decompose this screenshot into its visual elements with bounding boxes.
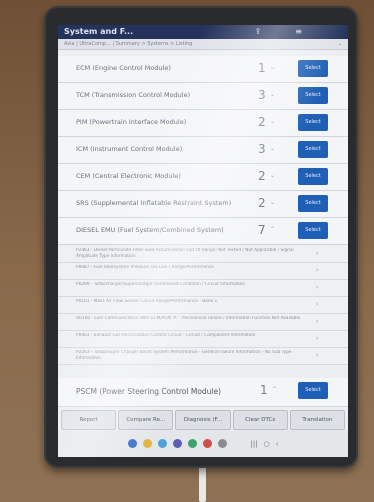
module-row[interactable]: CEM (Central Electronic Module) 2 ⌄ Sele… [58, 164, 348, 191]
module-name: ECM (Engine Control Module) [76, 64, 171, 72]
app-title: System and F... [64, 27, 134, 36]
chevron-up-icon[interactable]: ⌃ [272, 386, 277, 393]
module-row[interactable]: PSCM (Power Steering Control Module) 1 ⌃… [58, 378, 348, 407]
share-icon[interactable]: ⇪ [255, 25, 262, 39]
module-dtc-count: 3 [258, 88, 266, 102]
chevron-right-icon[interactable]: › [316, 301, 318, 308]
app-icon[interactable] [217, 439, 227, 448]
select-button[interactable]: Select [298, 195, 328, 212]
dtc-description: P0087 - Fuel Rail/System Pressure Too Lo… [76, 265, 214, 270]
module-name: ICM (Instrument Control Module) [76, 145, 183, 153]
select-button[interactable]: Select [298, 114, 328, 131]
app-dock: ||| ○ ‹ [58, 430, 348, 457]
chevron-down-icon[interactable]: ⌄ [270, 145, 275, 152]
module-dtc-count: 2 [258, 115, 266, 129]
recent-apps-icon[interactable]: ||| [251, 440, 258, 448]
dtc-description: P0101 - Mass Air Flow Sensor Circuit Ran… [76, 299, 218, 304]
app-icon[interactable] [142, 439, 152, 448]
app-bar: System and F... ⇪ ≡ [58, 25, 348, 39]
chevron-right-icon[interactable]: › [316, 318, 318, 325]
module-dtc-count: 7 [258, 223, 266, 237]
home-icon[interactable]: ○ [264, 440, 270, 448]
chevron-down-icon[interactable]: ⌄ [270, 172, 275, 179]
chevron-down-icon[interactable]: ⌄ [270, 199, 275, 206]
chevron-down-icon[interactable]: ⌄ [338, 39, 342, 49]
app-icon[interactable] [157, 439, 167, 448]
module-dtc-count: 2 [258, 169, 266, 183]
chevron-up-icon[interactable]: ⌃ [270, 226, 275, 233]
module-name: PSCM (Power Steering Control Module) [76, 387, 222, 396]
app-icon[interactable] [172, 439, 182, 448]
select-button[interactable]: Select [298, 168, 328, 185]
chevron-down-icon[interactable]: ⌄ [270, 118, 275, 125]
module-name: TCM (Transmission Control Module) [76, 91, 191, 99]
chevron-down-icon[interactable]: ⌄ [270, 64, 275, 71]
chevron-right-icon[interactable]: › [316, 335, 318, 342]
chevron-right-icon[interactable]: › [316, 267, 318, 274]
chevron-down-icon[interactable]: ⌄ [270, 91, 275, 98]
menu-icon[interactable]: ≡ [295, 25, 302, 39]
select-button[interactable]: Select [298, 382, 328, 399]
dtc-item[interactable]: P2263 - Turbo/Super Charger Boost System… [58, 348, 348, 365]
app-icon[interactable] [127, 439, 137, 448]
dtc-item[interactable]: P0403 - Exhaust Gas Recirculation Contro… [58, 331, 348, 348]
app-icon[interactable] [187, 439, 197, 448]
select-button[interactable]: Select [298, 87, 328, 104]
dtc-description: P0403 - Exhaust Gas Recirculation Contro… [76, 333, 256, 338]
module-dtc-count: 1 [260, 383, 268, 397]
dtc-description: P2263 - Turbo/Super Charger Boost System… [76, 350, 292, 361]
dtc-item[interactable]: P0087 - Fuel Rail/System Pressure Too Lo… [58, 263, 348, 280]
module-name: SRS (Supplemental Inflatable Restraint S… [76, 199, 232, 207]
translation-button[interactable]: Translation [289, 410, 346, 430]
tablet-screen: System and F... ⇪ ≡ Asia | UltraComp... … [58, 25, 348, 457]
dtc-item[interactable]: P0299 - Turbocharger/Supercharger Underb… [58, 280, 348, 297]
module-row[interactable]: DIESEL EMU (Fuel System/Combined System)… [58, 218, 348, 245]
module-row[interactable]: TCM (Transmission Control Module) 3 ⌄ Se… [58, 83, 348, 110]
module-name: DIESEL EMU (Fuel System/Combined System) [76, 226, 224, 234]
module-name: PIM (Powertrain Interface Module) [76, 118, 187, 126]
dtc-description: P2463 - Diesel Particulate Filter Soot A… [76, 248, 294, 259]
module-row[interactable]: SRS (Supplemental Inflatable Restraint S… [58, 191, 348, 218]
bottom-toolbar: Report Compare Re... Diagnosis (F... Cle… [58, 410, 348, 430]
module-row[interactable]: PIM (Powertrain Interface Module) 2 ⌄ Se… [58, 110, 348, 137]
dtc-description: P0299 - Turbocharger/Supercharger Underb… [76, 282, 246, 287]
app-bar-icons: ⇪ ≡ [255, 25, 302, 39]
breadcrumb: Asia | UltraComp... | Summary > Systems … [64, 41, 193, 47]
clear-dtcs-button[interactable]: Clear DTCs [232, 410, 288, 430]
select-button[interactable]: Select [298, 222, 328, 239]
diagnosis-button[interactable]: Diagnosis (F... [175, 410, 231, 430]
dtc-item[interactable]: U0100 - Lost Communication With ECM/PCM … [58, 314, 348, 331]
breadcrumb-bar: Asia | UltraComp... | Summary > Systems … [58, 39, 348, 50]
module-name: CEM (Central Electronic Module) [76, 172, 181, 180]
module-row[interactable]: ICM (Instrument Control Module) 3 ⌄ Sele… [58, 137, 348, 164]
chevron-right-icon[interactable]: › [316, 284, 318, 291]
dtc-description: U0100 - Lost Communication With ECM/PCM … [76, 316, 301, 321]
charging-cable [199, 462, 206, 502]
app-icon[interactable] [202, 439, 212, 448]
module-dtc-count: 2 [258, 196, 266, 210]
chevron-right-icon[interactable]: › [316, 352, 318, 359]
module-dtc-count: 3 [258, 142, 266, 156]
back-icon[interactable]: ‹ [276, 440, 279, 448]
dtc-item[interactable]: P0101 - Mass Air Flow Sensor Circuit Ran… [58, 297, 348, 314]
report-button[interactable]: Report [61, 410, 117, 430]
compare-report-button[interactable]: Compare Re... [118, 410, 174, 430]
chevron-right-icon[interactable]: › [316, 250, 318, 257]
select-button[interactable]: Select [298, 60, 328, 77]
module-dtc-count: 1 [258, 61, 266, 75]
select-button[interactable]: Select [298, 141, 328, 158]
module-row[interactable]: ECM (Engine Control Module) 1 ⌄ Select [58, 56, 348, 83]
dtc-item[interactable]: P2463 - Diesel Particulate Filter Soot A… [58, 246, 348, 263]
